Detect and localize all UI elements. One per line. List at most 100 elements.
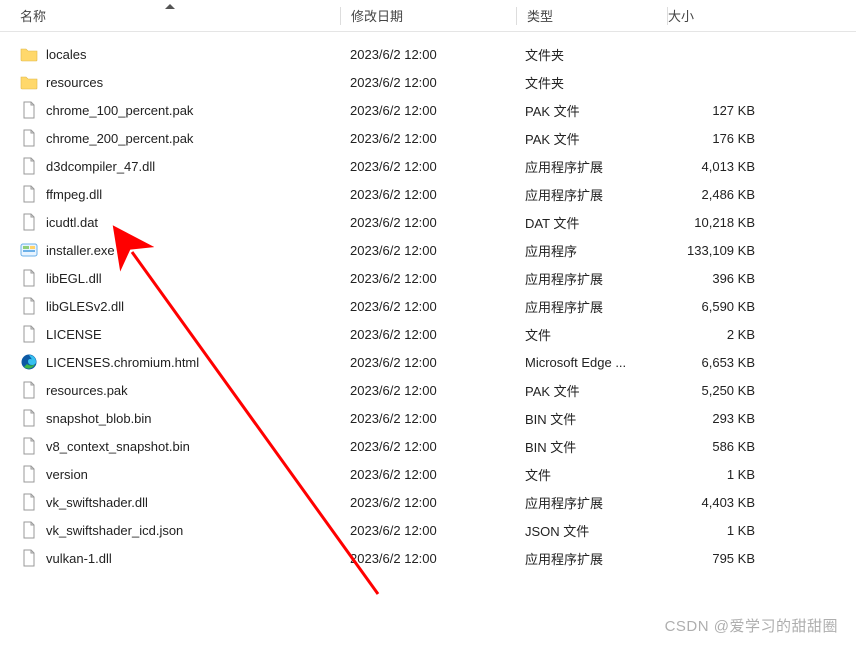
- file-type-cell: 应用程序扩展: [515, 549, 665, 568]
- file-row[interactable]: icudtl.dat 2023/6/2 12:00DAT 文件10,218 KB: [0, 208, 856, 236]
- file-row[interactable]: d3dcompiler_47.dll2023/6/2 12:00应用程序扩展4,…: [0, 152, 856, 180]
- file-size-cell: 2,486 KB: [665, 187, 775, 202]
- file-date-cell: 2023/6/2 12:00: [340, 159, 515, 174]
- file-date-cell: 2023/6/2 12:00: [340, 215, 515, 230]
- file-date-cell: 2023/6/2 12:00: [340, 131, 515, 146]
- file-size-cell: 10,218 KB: [665, 215, 775, 230]
- column-header-name[interactable]: 名称: [0, 6, 340, 25]
- file-row[interactable]: chrome_100_percent.pak 2023/6/2 12:00PAK …: [0, 96, 856, 124]
- file-type-cell: Microsoft Edge ...: [515, 355, 665, 370]
- file-date-cell: 2023/6/2 12:00: [340, 299, 515, 314]
- file-date-cell: 2023/6/2 12:00: [340, 187, 515, 202]
- file-icon: [20, 521, 38, 539]
- file-list: locales2023/6/2 12:00文件夹resources2023/6/…: [0, 32, 856, 572]
- file-date-cell: 2023/6/2 12:00: [340, 103, 515, 118]
- file-icon: [20, 409, 38, 427]
- file-name-cell: chrome_200_percent.pak: [0, 129, 340, 147]
- file-row[interactable]: version2023/6/2 12:00文件1 KB: [0, 460, 856, 488]
- file-row[interactable]: snapshot_blob.bin2023/6/2 12:00BIN 文件293…: [0, 404, 856, 432]
- file-row[interactable]: locales2023/6/2 12:00文件夹: [0, 40, 856, 68]
- file-name-cell: snapshot_blob.bin: [0, 409, 340, 427]
- file-type-cell: DAT 文件: [515, 213, 665, 232]
- file-name-cell: resources.pak: [0, 381, 340, 399]
- file-name-label: v8_context_snapshot.bin: [46, 439, 190, 454]
- file-icon: [20, 157, 38, 175]
- file-type-cell: BIN 文件: [515, 437, 665, 456]
- file-size-cell: 133,109 KB: [665, 243, 775, 258]
- file-row[interactable]: vk_swiftshader.dll2023/6/2 12:00应用程序扩展4,…: [0, 488, 856, 516]
- file-size-cell: 5,250 KB: [665, 383, 775, 398]
- file-type-cell: PAK 文件: [515, 101, 665, 120]
- file-type-cell: PAK 文件: [515, 381, 665, 400]
- file-name-label: chrome_200_percent.pak: [46, 131, 193, 146]
- file-type-cell: JSON 文件: [515, 521, 665, 540]
- watermark-text: CSDN @爱学习的甜甜圈: [665, 615, 838, 636]
- file-name-cell: version: [0, 465, 340, 483]
- file-size-cell: 6,653 KB: [665, 355, 775, 370]
- file-row[interactable]: resources.pak2023/6/2 12:00PAK 文件5,250 K…: [0, 376, 856, 404]
- file-date-cell: 2023/6/2 12:00: [340, 271, 515, 286]
- file-row[interactable]: resources2023/6/2 12:00文件夹: [0, 68, 856, 96]
- file-row[interactable]: installer.exe2023/6/2 12:00应用程序133,109 K…: [0, 236, 856, 264]
- file-name-cell: LICENSES.chromium.html: [0, 353, 340, 371]
- file-name-cell: locales: [0, 45, 340, 63]
- column-header-size[interactable]: 大小: [668, 6, 778, 25]
- file-size-cell: 396 KB: [665, 271, 775, 286]
- file-date-cell: 2023/6/2 12:00: [340, 551, 515, 566]
- file-name-cell: icudtl.dat: [0, 213, 340, 231]
- file-icon: [20, 213, 38, 231]
- file-type-cell: 应用程序扩展: [515, 493, 665, 512]
- file-date-cell: 2023/6/2 12:00: [340, 467, 515, 482]
- folder-icon: [20, 45, 38, 63]
- file-name-label: LICENSE: [46, 327, 102, 342]
- file-icon: [20, 269, 38, 287]
- file-name-label: resources: [46, 75, 103, 90]
- file-icon: [20, 185, 38, 203]
- file-name-label: icudtl.dat: [46, 215, 98, 230]
- file-type-cell: 应用程序扩展: [515, 157, 665, 176]
- file-icon: [20, 437, 38, 455]
- sort-ascending-icon: [165, 4, 175, 9]
- file-name-cell: chrome_100_percent.pak: [0, 101, 340, 119]
- file-type-cell: 应用程序扩展: [515, 269, 665, 288]
- file-name-label: version: [46, 467, 88, 482]
- file-type-cell: PAK 文件: [515, 129, 665, 148]
- file-row[interactable]: libGLESv2.dll2023/6/2 12:00应用程序扩展6,590 K…: [0, 292, 856, 320]
- file-row[interactable]: vk_swiftshader_icd.json2023/6/2 12:00JSO…: [0, 516, 856, 544]
- column-header-row: 名称 修改日期 类型 大小: [0, 0, 856, 32]
- column-header-date[interactable]: 修改日期: [341, 6, 516, 25]
- file-date-cell: 2023/6/2 12:00: [340, 355, 515, 370]
- file-date-cell: 2023/6/2 12:00: [340, 523, 515, 538]
- file-date-cell: 2023/6/2 12:00: [340, 495, 515, 510]
- file-row[interactable]: LICENSE2023/6/2 12:00文件2 KB: [0, 320, 856, 348]
- file-name-cell: libGLESv2.dll: [0, 297, 340, 315]
- file-name-label: LICENSES.chromium.html: [46, 355, 199, 370]
- file-type-cell: 文件: [515, 325, 665, 344]
- file-type-cell: 应用程序扩展: [515, 185, 665, 204]
- file-size-cell: 4,403 KB: [665, 495, 775, 510]
- file-type-cell: 应用程序扩展: [515, 297, 665, 316]
- file-row[interactable]: ffmpeg.dll 2023/6/2 12:00应用程序扩展2,486 KB: [0, 180, 856, 208]
- file-size-cell: 127 KB: [665, 103, 775, 118]
- file-row[interactable]: vulkan-1.dll2023/6/2 12:00应用程序扩展795 KB: [0, 544, 856, 572]
- column-header-size-label: 大小: [668, 6, 694, 25]
- file-name-label: snapshot_blob.bin: [46, 411, 152, 426]
- file-name-cell: v8_context_snapshot.bin: [0, 437, 340, 455]
- file-row[interactable]: v8_context_snapshot.bin 2023/6/2 12:00BIN…: [0, 432, 856, 460]
- file-name-cell: resources: [0, 73, 340, 91]
- file-icon: [20, 129, 38, 147]
- file-row[interactable]: libEGL.dll2023/6/2 12:00应用程序扩展396 KB: [0, 264, 856, 292]
- file-size-cell: 795 KB: [665, 551, 775, 566]
- file-date-cell: 2023/6/2 12:00: [340, 439, 515, 454]
- file-row[interactable]: LICENSES.chromium.html 2023/6/2 12:00Micr…: [0, 348, 856, 376]
- file-name-label: ffmpeg.dll: [46, 187, 102, 202]
- column-header-type[interactable]: 类型: [517, 6, 667, 25]
- file-name-cell: libEGL.dll: [0, 269, 340, 287]
- file-row[interactable]: chrome_200_percent.pak 2023/6/2 12:00PAK …: [0, 124, 856, 152]
- file-name-label: resources.pak: [46, 383, 128, 398]
- file-type-cell: 文件夹: [515, 45, 665, 64]
- file-name-label: chrome_100_percent.pak: [46, 103, 193, 118]
- file-date-cell: 2023/6/2 12:00: [340, 327, 515, 342]
- file-type-cell: 文件: [515, 465, 665, 484]
- file-name-label: installer.exe: [46, 243, 115, 258]
